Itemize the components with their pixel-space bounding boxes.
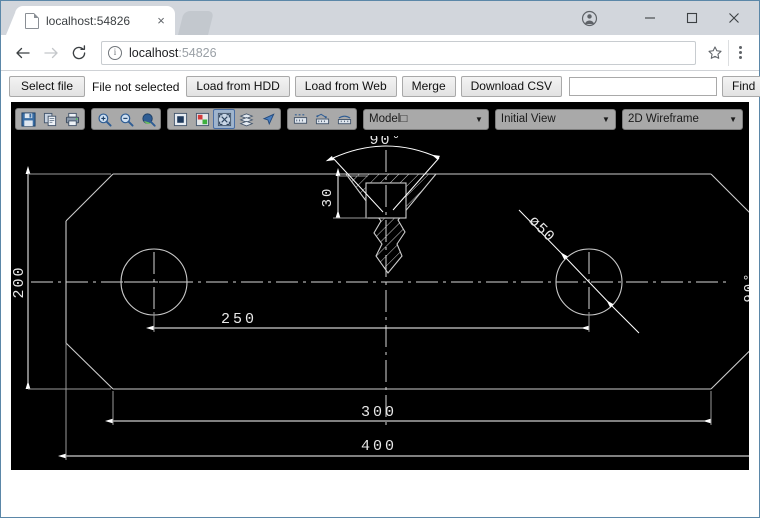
url-host: localhost xyxy=(129,46,178,60)
model-space-select-value: Model□ xyxy=(369,113,407,125)
measure-group xyxy=(287,108,357,130)
browser-window: localhost:54826 × xyxy=(0,0,760,518)
download-csv-button[interactable]: Download CSV xyxy=(461,76,562,97)
save-icon[interactable] xyxy=(17,109,39,129)
chevron-down-icon: ▼ xyxy=(729,115,737,124)
back-icon[interactable] xyxy=(9,39,37,67)
maximize-button[interactable] xyxy=(671,3,713,33)
layers-icon[interactable] xyxy=(235,109,257,129)
visual-style-select[interactable]: 2D Wireframe ▼ xyxy=(622,109,743,130)
zoom-in-icon[interactable] xyxy=(93,109,115,129)
visual-style-select-value: 2D Wireframe xyxy=(628,113,699,125)
view-select[interactable]: Initial View ▼ xyxy=(495,109,616,130)
browser-tab[interactable]: localhost:54826 × xyxy=(15,6,175,35)
info-circle-icon[interactable] xyxy=(108,46,122,60)
file-group xyxy=(15,108,85,130)
new-tab-button[interactable] xyxy=(178,11,214,35)
measure-area-icon[interactable] xyxy=(311,109,333,129)
window-controls xyxy=(569,1,755,35)
dimension-notch-angle-text: 90° xyxy=(369,136,402,149)
cad-viewer[interactable]: Model□ ▼ Initial View ▼ 2D Wireframe ▼ xyxy=(11,102,749,470)
dimension-400-text: 400 xyxy=(361,438,397,455)
print-icon[interactable] xyxy=(61,109,83,129)
find-input[interactable] xyxy=(569,77,717,96)
menu-dot xyxy=(739,46,742,49)
zoom-out-icon[interactable] xyxy=(115,109,137,129)
zoom-group xyxy=(91,108,161,130)
select-arrow-icon[interactable] xyxy=(257,109,279,129)
view-group xyxy=(167,108,281,130)
cad-drawing-canvas[interactable]: 200 250 300 400 xyxy=(11,136,749,470)
dimension-flat-bottom-width xyxy=(113,391,711,425)
bottom-left-chamfer xyxy=(66,343,113,389)
address-bar[interactable]: localhost:54826 xyxy=(101,41,696,65)
dimension-300-text: 300 xyxy=(361,404,397,421)
file-status-label: File not selected xyxy=(92,80,179,94)
menu-dot xyxy=(739,51,742,54)
dimension-30-text: 30 xyxy=(320,187,336,208)
notch-section xyxy=(346,174,436,273)
star-icon[interactable] xyxy=(702,41,728,65)
tab-title: localhost:54826 xyxy=(46,14,153,28)
zoom-extents-icon[interactable] xyxy=(213,109,235,129)
reload-icon[interactable] xyxy=(65,39,93,67)
copy-icon[interactable] xyxy=(39,109,61,129)
title-bar: localhost:54826 × xyxy=(1,1,759,35)
chevron-down-icon: ▼ xyxy=(475,115,483,124)
select-file-button[interactable]: Select file xyxy=(9,76,85,97)
forward-icon[interactable] xyxy=(37,39,65,67)
dimension-overall-width xyxy=(66,321,749,460)
cad-toolbar: Model□ ▼ Initial View ▼ 2D Wireframe ▼ xyxy=(11,102,749,136)
app-toolbar: Select file File not selected Load from … xyxy=(1,71,759,102)
dimension-right-angle-text: 90° xyxy=(742,271,749,302)
three-dot-menu-icon[interactable] xyxy=(728,40,751,66)
dimension-hole-spacing xyxy=(154,312,589,332)
bottom-right-chamfer xyxy=(711,319,749,389)
merge-button[interactable]: Merge xyxy=(402,76,456,97)
view-select-value: Initial View xyxy=(501,113,556,125)
page-icon xyxy=(25,13,39,29)
menu-dot xyxy=(739,56,742,59)
measure-distance-icon[interactable] xyxy=(289,109,311,129)
minimize-button[interactable] xyxy=(629,3,671,33)
chevron-down-icon: ▼ xyxy=(602,115,610,124)
dimension-250-text: 250 xyxy=(221,311,257,328)
url-text: localhost:54826 xyxy=(129,46,217,60)
url-port: :54826 xyxy=(178,46,216,60)
load-from-web-button[interactable]: Load from Web xyxy=(295,76,397,97)
zoom-pan-icon[interactable] xyxy=(137,109,159,129)
navigation-bar: localhost:54826 xyxy=(1,35,759,71)
dimension-200-text: 200 xyxy=(11,265,28,298)
close-tab-icon[interactable]: × xyxy=(153,13,169,29)
measure-angle-icon[interactable] xyxy=(333,109,355,129)
find-button[interactable]: Find xyxy=(722,76,760,97)
close-window-button[interactable] xyxy=(713,3,755,33)
background-color-icon[interactable] xyxy=(169,109,191,129)
top-left-chamfer xyxy=(66,174,113,221)
color-palette-icon[interactable] xyxy=(191,109,213,129)
model-space-select[interactable]: Model□ ▼ xyxy=(363,109,489,130)
profile-icon[interactable] xyxy=(569,3,609,33)
load-from-hdd-button[interactable]: Load from HDD xyxy=(186,76,289,97)
dimension-diameter-text: ø50 xyxy=(525,213,558,246)
top-right-chamfer xyxy=(711,174,749,245)
